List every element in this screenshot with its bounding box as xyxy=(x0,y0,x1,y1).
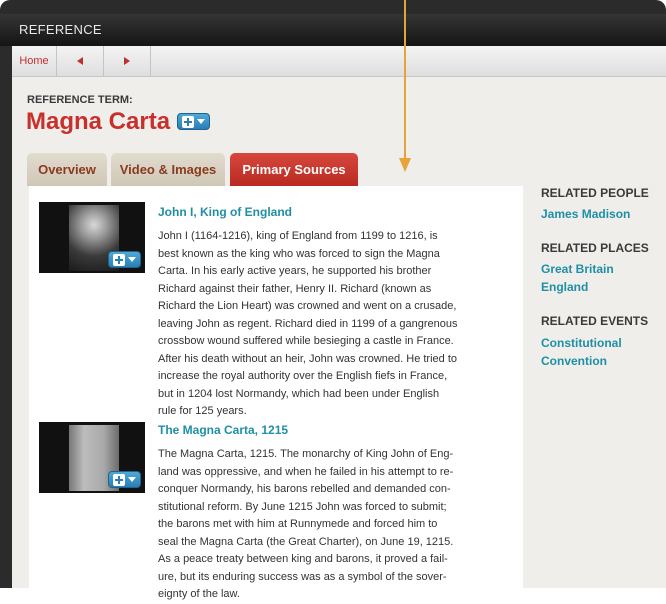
tab-primary-sources[interactable]: Primary Sources xyxy=(230,153,358,186)
related-places-heading: RELATED PLACES xyxy=(541,241,649,255)
chevron-down-icon xyxy=(128,257,137,262)
tab-video-images[interactable]: Video & Images xyxy=(111,153,225,186)
entry-title-link[interactable]: John I, King of England xyxy=(158,205,292,219)
annotation-arrow-line xyxy=(404,0,406,158)
forward-arrow-icon xyxy=(124,57,130,65)
entry-title-link[interactable]: The Magna Carta, 1215 xyxy=(158,423,288,437)
tab-overview[interactable]: Overview xyxy=(27,153,107,186)
entry-body-text: John I (1164-1216), king of England from… xyxy=(158,230,458,417)
navigation-bar: Home xyxy=(12,46,666,77)
thumbnail-add-button[interactable] xyxy=(108,471,141,488)
entry-thumbnail[interactable] xyxy=(39,422,145,493)
plus-icon xyxy=(112,253,125,266)
tab-label: Overview xyxy=(38,162,96,177)
primary-sources-panel: John I, King of England John I (1164-121… xyxy=(29,186,523,600)
chevron-down-icon xyxy=(128,477,137,482)
back-arrow-icon xyxy=(77,57,83,65)
plus-icon xyxy=(112,473,125,486)
related-event-link[interactable]: Constitutional Convention xyxy=(541,334,622,370)
entry-thumbnail[interactable] xyxy=(39,202,145,273)
title-bar: REFERENCE xyxy=(0,14,666,46)
related-place-link[interactable]: England xyxy=(541,280,588,294)
related-person-link[interactable]: James Madison xyxy=(541,207,630,221)
home-button[interactable]: Home xyxy=(12,46,57,76)
back-button[interactable] xyxy=(57,46,104,76)
forward-button[interactable] xyxy=(104,46,151,76)
tab-label: Primary Sources xyxy=(242,162,346,177)
reference-title: Magna Carta xyxy=(26,108,171,135)
related-events-heading: RELATED EVENTS xyxy=(541,314,649,328)
main-content: REFERENCE TERM: Magna Carta Overview Vid… xyxy=(12,77,666,600)
thumbnail-add-button[interactable] xyxy=(108,251,141,268)
window-title: REFERENCE xyxy=(19,22,102,37)
related-place-link[interactable]: Great Britain xyxy=(541,262,614,276)
home-label: Home xyxy=(19,55,49,67)
annotation-arrow-head-icon xyxy=(399,158,411,172)
tab-label: Video & Images xyxy=(119,162,217,177)
reference-term-label: REFERENCE TERM: xyxy=(27,94,133,106)
plus-icon xyxy=(181,115,194,128)
add-to-button[interactable] xyxy=(177,113,210,130)
app-window: REFERENCE Home REFERENCE TERM: Magna Car… xyxy=(0,0,666,600)
entry-body-text: The Magna Carta, 1215. The monarchy of K… xyxy=(158,448,454,600)
chevron-down-icon xyxy=(197,119,206,124)
related-people-heading: RELATED PEOPLE xyxy=(541,186,649,200)
